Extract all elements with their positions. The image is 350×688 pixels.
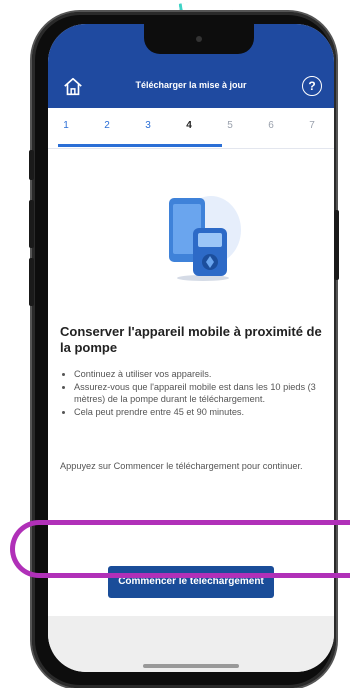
notch (144, 24, 254, 54)
side-button (29, 150, 34, 180)
help-icon[interactable]: ? (302, 76, 322, 96)
side-button (334, 210, 339, 280)
step-progress-bar (58, 144, 222, 147)
button-highlight-annotation (10, 520, 350, 578)
step-item: 1 (63, 120, 69, 131)
camera (196, 36, 202, 42)
step-item: 7 (309, 120, 315, 131)
step-item: 5 (227, 120, 233, 131)
home-indicator (143, 664, 239, 668)
step-indicator: 1 2 3 4 5 6 7 (48, 108, 334, 149)
side-button (29, 258, 34, 306)
page-title: Télécharger la mise à jour (135, 80, 247, 90)
step-item: 2 (104, 120, 110, 131)
app-header: Télécharger la mise à jour ? (48, 66, 334, 108)
side-button (29, 200, 34, 248)
list-item: Continuez à utiliser vos appareils. (74, 368, 334, 381)
instruction-text: Appuyez sur Commencer le téléchargement … (60, 461, 303, 471)
home-icon[interactable] (62, 76, 84, 98)
phone-and-pump-illustration (169, 196, 241, 281)
section-heading: Conserver l'appareil mobile à proximité … (60, 324, 322, 356)
list-item: Cela peut prendre entre 45 et 90 minutes… (74, 406, 334, 419)
list-item: Assurez-vous que l'appareil mobile est d… (74, 381, 334, 406)
instruction-list: Continuez à utiliser vos appareils. Assu… (60, 368, 334, 419)
step-item: 6 (268, 120, 274, 131)
step-item: 3 (145, 120, 151, 131)
step-item-current: 4 (186, 120, 192, 131)
